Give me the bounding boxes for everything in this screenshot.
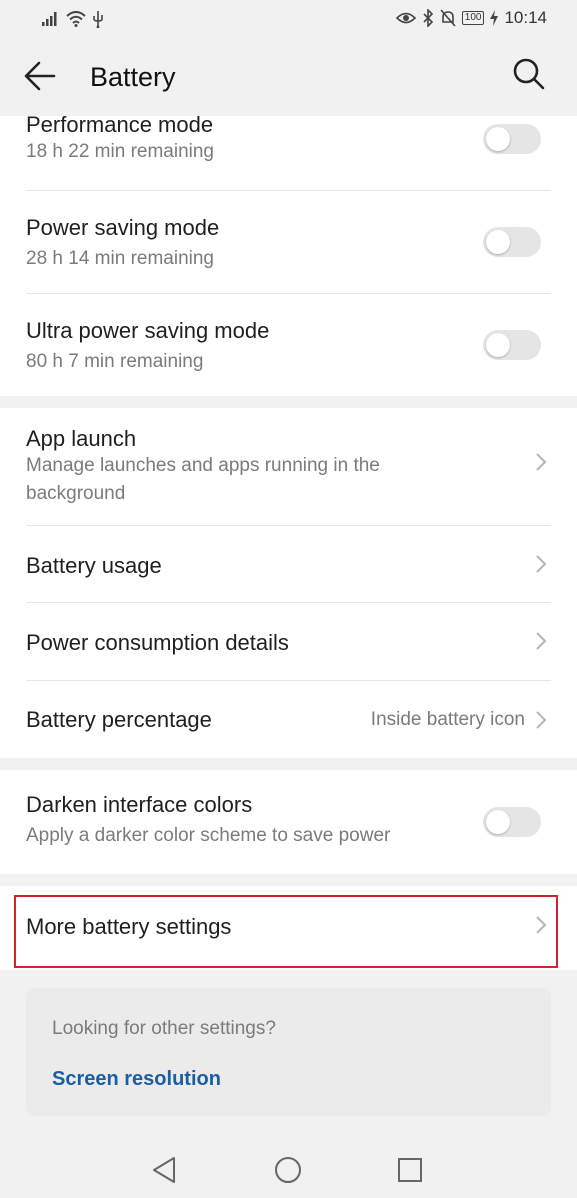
ultra-power-saving-mode-row[interactable]: Ultra power saving mode 80 h 7 min remai… [26, 294, 551, 396]
performance-mode-row[interactable]: Performance mode 18 h 22 min remaining [26, 112, 551, 191]
chevron-right-icon [536, 916, 547, 934]
row-title: App launch [26, 426, 137, 451]
back-button[interactable] [22, 58, 66, 98]
battery-percentage-value: Inside battery icon [370, 709, 525, 730]
status-right: 100 10:14 [395, 8, 547, 28]
section-gap [0, 396, 577, 408]
nav-back-button[interactable] [150, 1154, 182, 1186]
search-icon [513, 58, 545, 90]
performance-mode-toggle[interactable] [483, 124, 541, 154]
toggle-knob [486, 127, 510, 151]
arrow-left-icon [24, 61, 56, 91]
chevron-right-icon [536, 555, 547, 573]
power-saving-mode-toggle[interactable] [483, 227, 541, 257]
settings-content: Performance mode 18 h 22 min remaining P… [0, 112, 577, 970]
chevron-right-icon [536, 632, 547, 650]
nav-home-button[interactable] [272, 1154, 304, 1186]
suggestion-question: Looking for other settings? [52, 1018, 276, 1039]
bluetooth-icon [423, 9, 433, 27]
app-bar: Battery [0, 40, 577, 116]
darken-interface-colors-toggle[interactable] [483, 807, 541, 837]
search-button[interactable] [511, 56, 553, 98]
eye-comfort-icon [395, 12, 416, 24]
status-time: 10:14 [504, 8, 547, 27]
wifi-icon [66, 11, 86, 27]
square-recents-icon [398, 1158, 422, 1182]
ultra-power-saving-mode-toggle[interactable] [483, 330, 541, 360]
triangle-back-icon [153, 1157, 175, 1183]
battery-usage-row[interactable]: Battery usage [26, 526, 551, 603]
power-saving-mode-row[interactable]: Power saving mode 28 h 14 min remaining [26, 191, 551, 294]
row-title: Power consumption details [26, 630, 289, 655]
screen-resolution-link[interactable]: Screen resolution [52, 1068, 221, 1091]
suggestion-card: Looking for other settings? Screen resol… [26, 988, 551, 1116]
row-title: Ultra power saving mode [26, 318, 270, 343]
nav-recents-button[interactable] [394, 1154, 426, 1186]
usb-icon [93, 11, 103, 28]
app-launch-row[interactable]: App launch Manage launches and apps runn… [26, 408, 551, 526]
toggle-knob [486, 230, 510, 254]
row-title: Battery usage [26, 553, 162, 578]
charging-icon [490, 10, 499, 26]
row-subtitle: Apply a darker color scheme to save powe… [26, 825, 391, 846]
row-title: Battery percentage [26, 707, 212, 732]
battery-settings-card: App launch Manage launches and apps runn… [0, 408, 577, 758]
battery-percentage-row[interactable]: Battery percentage Inside battery icon [26, 681, 551, 758]
darken-card: Darken interface colors Apply a darker c… [0, 770, 577, 874]
chevron-right-icon [536, 711, 547, 729]
row-title: Power saving mode [26, 215, 220, 240]
section-gap [0, 758, 577, 770]
row-subtitle: 80 h 7 min remaining [26, 351, 204, 372]
more-battery-settings-row[interactable]: More battery settings [26, 886, 551, 970]
signal-icon [42, 12, 57, 26]
status-bar: 100 10:14 [0, 0, 577, 40]
status-left [42, 10, 104, 28]
row-subtitle: 28 h 14 min remaining [26, 248, 214, 269]
section-gap [0, 874, 577, 886]
row-title: Darken interface colors [26, 792, 253, 817]
chevron-right-icon [536, 453, 547, 471]
navigation-bar [0, 1140, 577, 1198]
darken-interface-colors-row[interactable]: Darken interface colors Apply a darker c… [26, 770, 551, 874]
row-title: More battery settings [26, 914, 232, 939]
toggle-knob [486, 333, 510, 357]
more-card: More battery settings [0, 886, 577, 970]
power-consumption-details-row[interactable]: Power consumption details [26, 603, 551, 681]
battery-icon: 100 [461, 11, 485, 25]
mute-icon [440, 9, 456, 27]
circle-home-icon [275, 1157, 301, 1183]
row-subtitle: Manage launches and apps running in the … [26, 455, 380, 504]
battery-modes-card: Performance mode 18 h 22 min remaining P… [0, 112, 577, 396]
page-title: Battery [90, 62, 176, 92]
toggle-knob [486, 810, 510, 834]
row-subtitle: 18 h 22 min remaining [26, 141, 214, 162]
